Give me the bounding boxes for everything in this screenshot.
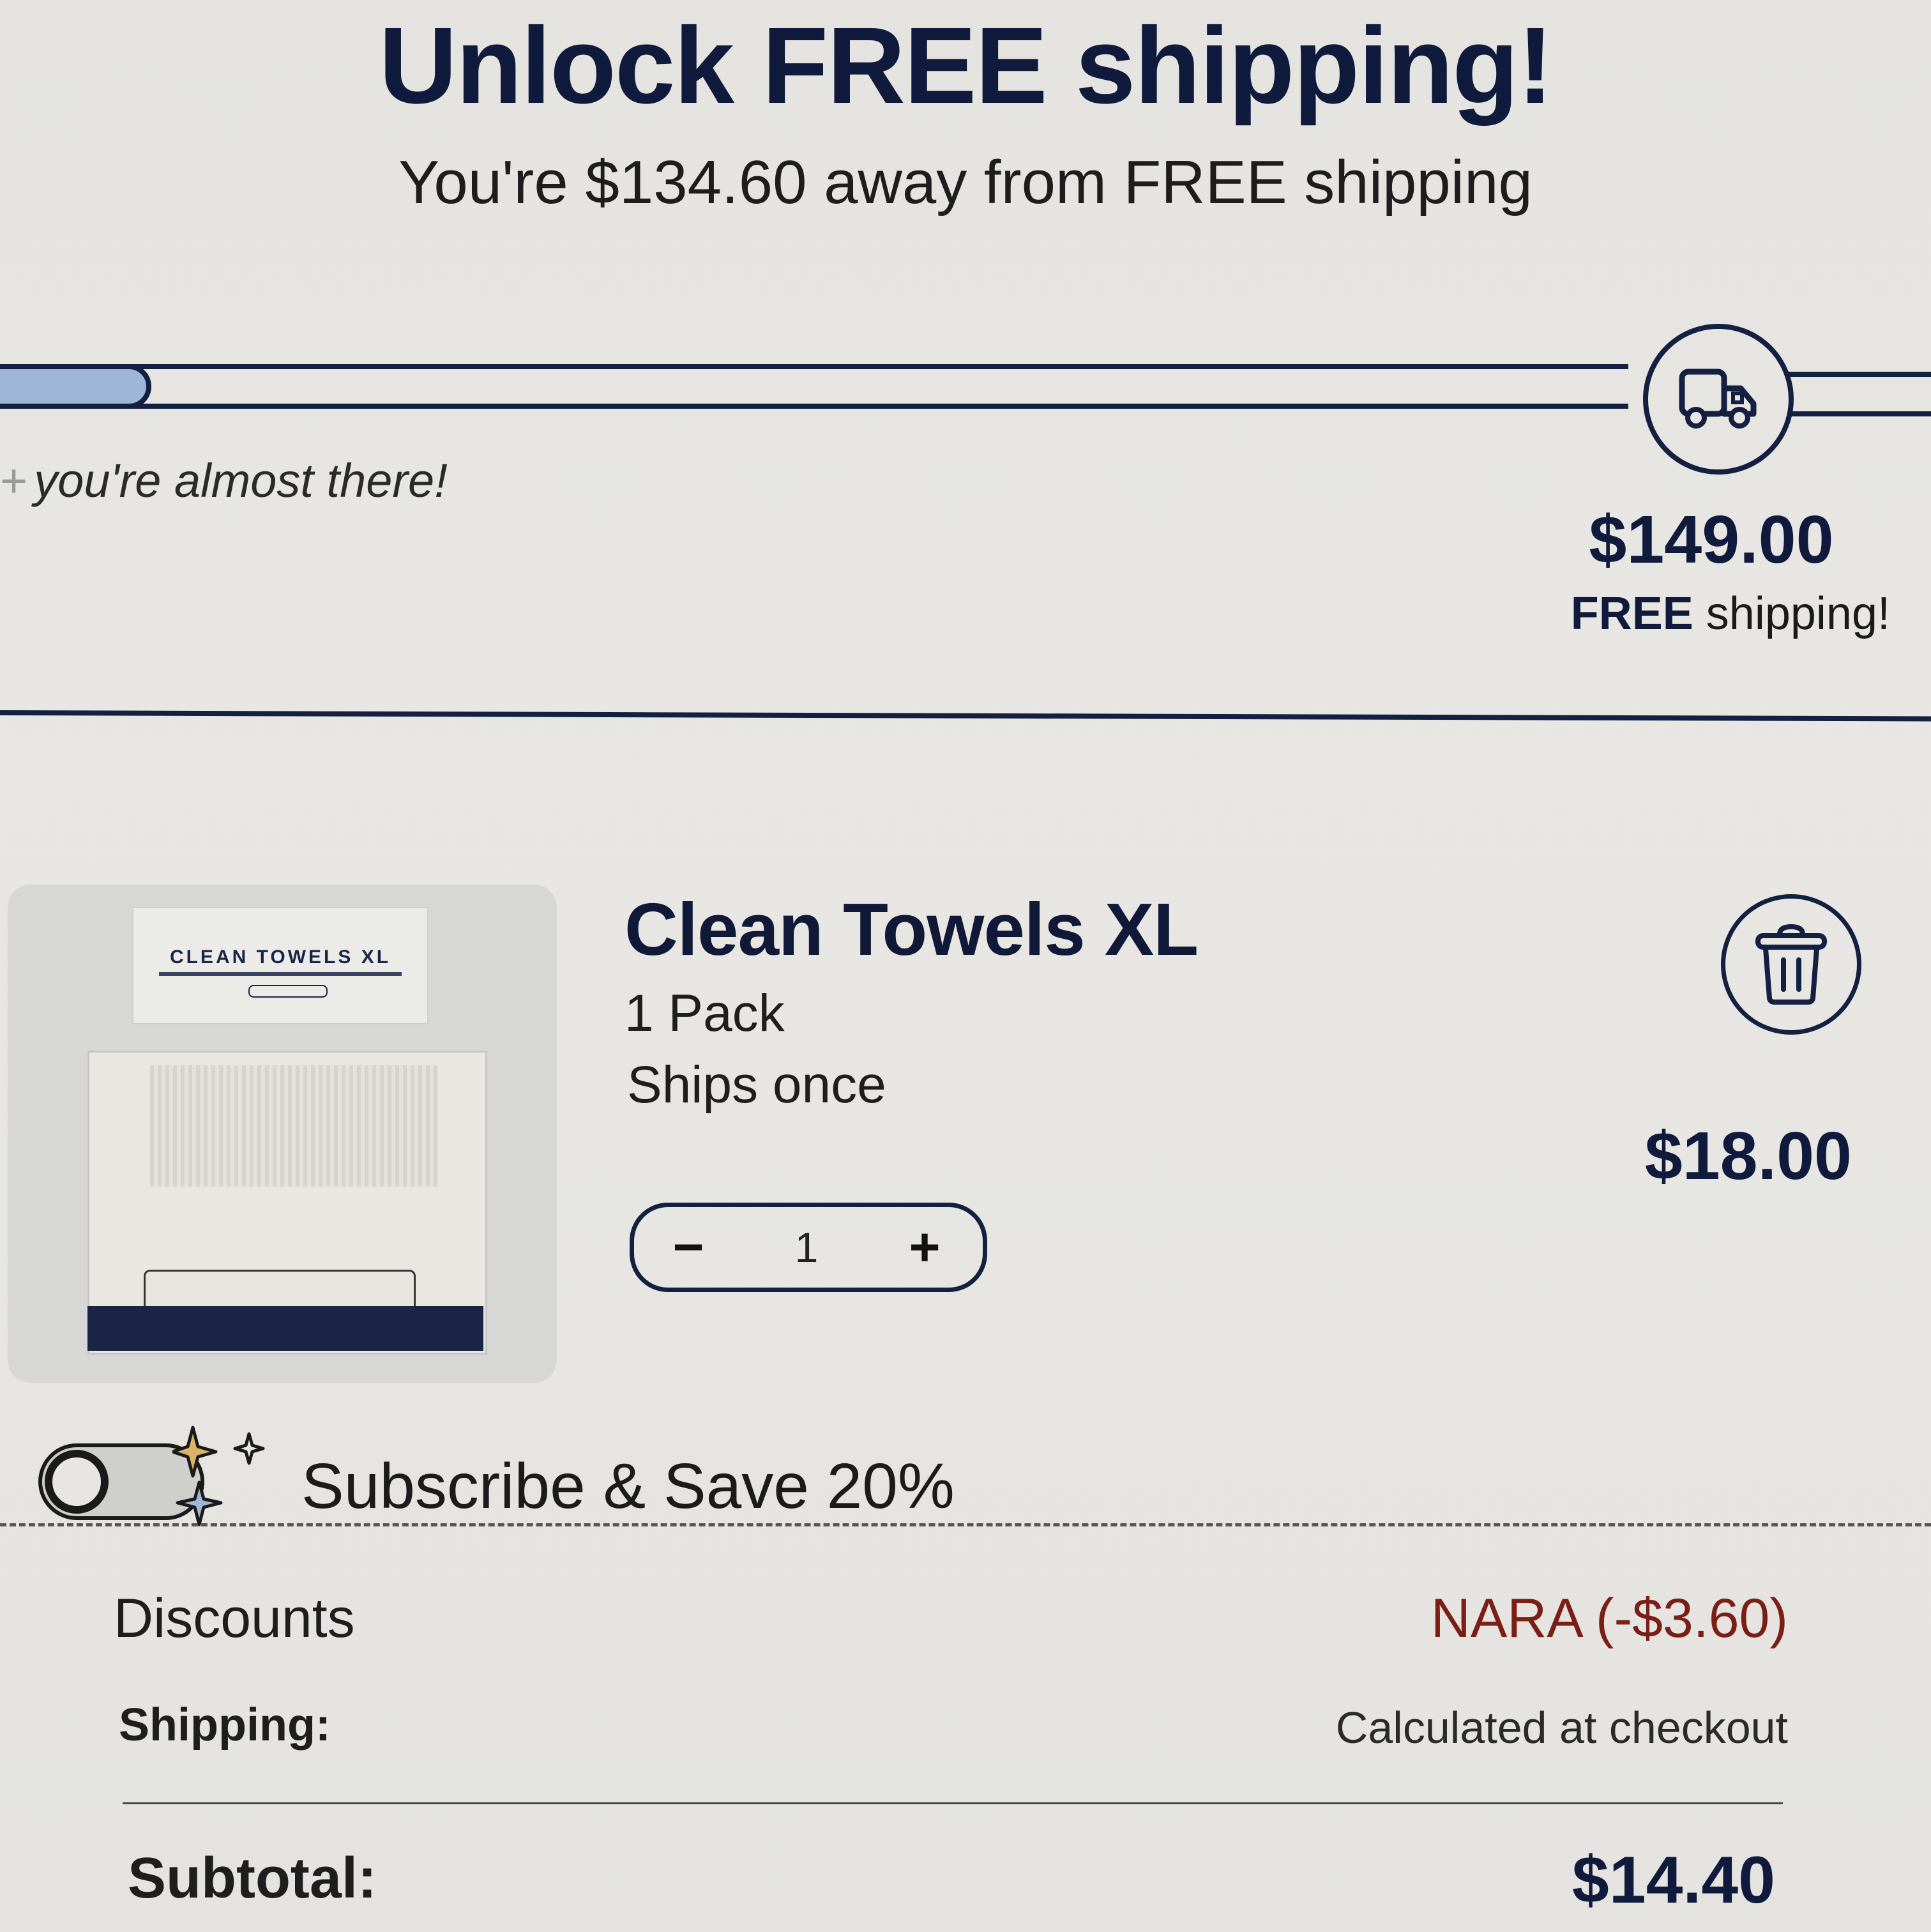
truck-icon bbox=[1679, 369, 1757, 429]
sparkle-icon: + bbox=[0, 454, 28, 507]
shipping-progress-track bbox=[0, 364, 1628, 409]
product-name[interactable]: Clean Towels XL bbox=[625, 886, 1199, 972]
product-box-band bbox=[87, 1306, 483, 1351]
discounts-label: Discounts bbox=[114, 1588, 355, 1649]
decrease-quantity-button[interactable]: − bbox=[660, 1220, 717, 1274]
product-box-title: CLEAN TOWELS XL bbox=[169, 947, 391, 968]
almost-there-message: + you're almost there! bbox=[0, 453, 448, 508]
free-shipping-threshold: $149.00 bbox=[1589, 502, 1834, 577]
section-divider bbox=[0, 710, 1931, 722]
summary-divider bbox=[123, 1802, 1783, 1804]
free-word: FREE bbox=[1570, 588, 1693, 639]
shipping-word: shipping! bbox=[1706, 588, 1890, 639]
sparkles-icon bbox=[172, 1426, 265, 1526]
almost-there-text: you're almost there! bbox=[34, 454, 448, 507]
free-shipping-goal-label: FREE shipping! bbox=[1520, 588, 1890, 640]
product-box-count-pill bbox=[248, 985, 328, 998]
product-variant: 1 Pack bbox=[625, 984, 785, 1042]
quantity-stepper: − 1 + bbox=[630, 1203, 987, 1292]
dotted-divider bbox=[0, 1523, 1931, 1526]
product-box-subtitle-line bbox=[159, 972, 402, 976]
product-towel-texture bbox=[150, 1065, 437, 1187]
shipping-value: Calculated at checkout bbox=[1335, 1703, 1788, 1753]
product-box-lid: CLEAN TOWELS XL bbox=[132, 907, 428, 1024]
trash-icon bbox=[1755, 924, 1827, 1005]
shipping-progress-fill bbox=[0, 364, 151, 409]
product-ship-frequency: Ships once bbox=[627, 1056, 886, 1114]
subtotal-label: Subtotal: bbox=[128, 1846, 377, 1910]
toggle-knob bbox=[45, 1450, 109, 1514]
product-image[interactable]: CLEAN TOWELS XL bbox=[8, 885, 557, 1383]
subscribe-label[interactable]: Subscribe & Save 20% bbox=[301, 1450, 955, 1523]
free-shipping-headline: Unlock FREE shipping! bbox=[379, 5, 1553, 126]
shipping-progress-track-end bbox=[1775, 372, 1931, 416]
truck-badge bbox=[1643, 324, 1794, 475]
product-price: $18.00 bbox=[1644, 1118, 1852, 1194]
discount-code-value: NARA (-$3.60) bbox=[1430, 1588, 1788, 1649]
remove-item-button[interactable] bbox=[1721, 894, 1861, 1035]
quantity-value[interactable]: 1 bbox=[775, 1221, 838, 1274]
shipping-label: Shipping: bbox=[119, 1700, 331, 1751]
free-shipping-remaining-text: You're $134.60 away from FREE shipping bbox=[398, 148, 1533, 217]
increase-quantity-button[interactable]: + bbox=[896, 1220, 953, 1274]
subtotal-value: $14.40 bbox=[1571, 1843, 1775, 1917]
